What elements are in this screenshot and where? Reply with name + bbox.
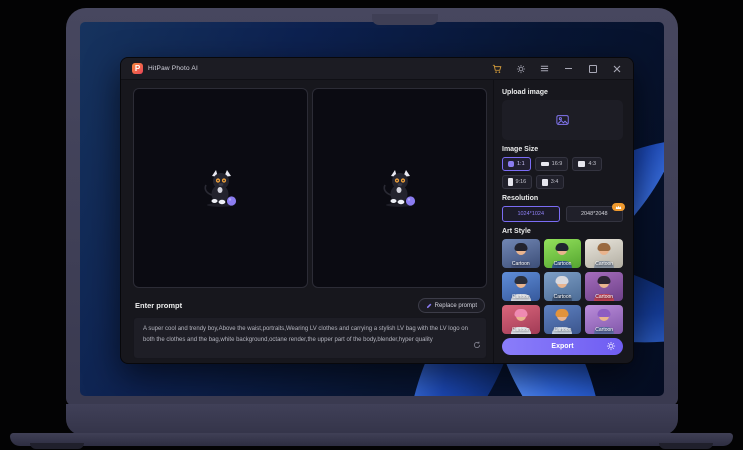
aspect-ratio-icon	[542, 179, 548, 186]
art-style-cartoon[interactable]: Cartoon	[585, 239, 623, 268]
aspect-ratio-icon	[508, 178, 513, 186]
loading-cat-illustration	[198, 167, 244, 209]
resolution-heading: Resolution	[502, 195, 623, 202]
aspect-ratio-icon	[508, 161, 514, 167]
art-style-cartoon[interactable]: Cartoon	[585, 305, 623, 334]
aspect-ratio-icon	[578, 161, 585, 167]
avatar	[556, 243, 569, 251]
aspect-option-3-4[interactable]: 3:4	[536, 175, 564, 189]
image-upload-icon	[556, 114, 570, 126]
art-style-heading: Art Style	[502, 228, 623, 235]
preview-panel	[133, 88, 308, 288]
laptop-foot	[30, 443, 84, 449]
laptop-screen: P HitPaw Photo AI	[80, 22, 664, 396]
aspect-option-9-16[interactable]: 9:16	[502, 175, 532, 189]
prompt-header: Enter prompt Replace prompt	[135, 298, 485, 313]
art-style-cartoon[interactable]: Cartoon	[502, 239, 540, 268]
export-label: Export	[551, 343, 573, 350]
export-button[interactable]: Export	[502, 338, 623, 355]
cart-button[interactable]	[491, 63, 502, 74]
yarn-ball	[405, 196, 414, 205]
yarn-ball	[226, 196, 235, 205]
art-style-cartoon[interactable]: Cartoon	[585, 272, 623, 301]
maximize-button[interactable]	[587, 63, 598, 74]
prompt-box: A super cool and trendy boy,Above the wa…	[133, 317, 487, 359]
scene: P HitPaw Photo AI	[0, 0, 743, 450]
pen-icon	[426, 303, 432, 309]
close-button[interactable]	[611, 63, 622, 74]
laptop-base	[10, 433, 733, 446]
aspect-option-4-3[interactable]: 4:3	[572, 157, 602, 171]
image-size-heading: Image Size	[502, 146, 623, 153]
avatar	[514, 309, 527, 317]
app-logo-letter: P	[135, 65, 140, 73]
maximize-icon	[589, 65, 597, 73]
crown-icon	[615, 205, 622, 210]
refresh-prompt-button[interactable]	[473, 336, 481, 354]
avatar	[598, 309, 611, 317]
generation-area: Enter prompt Replace prompt A super cool…	[121, 80, 493, 363]
replace-prompt-label: Replace prompt	[435, 303, 477, 309]
laptop-foot	[659, 443, 713, 449]
aspect-ratio-icon	[541, 162, 549, 167]
avatar	[556, 276, 569, 284]
export-settings-icon[interactable]	[606, 341, 616, 353]
menu-icon	[540, 64, 549, 73]
app-logo: P	[132, 63, 143, 74]
resolution-option-2048[interactable]: 2048*2048	[566, 206, 624, 222]
settings-button[interactable]	[515, 63, 526, 74]
avatar	[598, 243, 611, 251]
art-style-cartoon[interactable]: Cartoon	[544, 239, 582, 268]
refresh-icon	[473, 341, 481, 349]
camera-notch	[372, 14, 438, 25]
avatar	[514, 243, 527, 251]
window-content: Enter prompt Replace prompt A super cool…	[121, 80, 633, 363]
laptop-hinge-deck	[66, 404, 678, 435]
aspect-option-1-1[interactable]: 1:1	[502, 157, 531, 171]
upload-heading: Upload image	[502, 89, 623, 96]
art-style-cartoon[interactable]: Cartoon	[502, 272, 540, 301]
resolution-options: 1024*1024 2048*2048	[502, 206, 623, 222]
avatar	[598, 276, 611, 284]
resolution-option-1024[interactable]: 1024*1024	[502, 206, 560, 222]
preview-panel	[312, 88, 487, 288]
art-style-cartoon[interactable]: Cartoon	[544, 272, 582, 301]
avatar	[556, 309, 569, 317]
titlebar[interactable]: P HitPaw Photo AI	[121, 58, 633, 80]
gear-icon	[606, 341, 616, 351]
art-style-cartoon[interactable]: Cartoon	[544, 305, 582, 334]
cart-icon	[492, 64, 502, 74]
window-controls	[491, 63, 622, 74]
art-style-grid: Cartoon Cartoon Cartoon	[502, 239, 623, 334]
gear-icon	[516, 64, 526, 74]
prompt-heading: Enter prompt	[135, 301, 182, 310]
avatar	[514, 276, 527, 284]
image-size-options: 1:1 16:9 4:3	[502, 157, 623, 189]
settings-sidebar: Upload image Image Size	[493, 80, 633, 363]
laptop-lid: P HitPaw Photo AI	[66, 8, 678, 406]
minimize-icon	[565, 68, 572, 69]
menu-button[interactable]	[539, 63, 550, 74]
window-title: HitPaw Photo AI	[148, 65, 198, 72]
minimize-button[interactable]	[563, 63, 574, 74]
loading-cat-illustration	[377, 167, 423, 209]
aspect-option-16-9[interactable]: 16:9	[535, 157, 569, 171]
prompt-input[interactable]: A super cool and trendy boy,Above the wa…	[134, 318, 486, 358]
app-window: P HitPaw Photo AI	[120, 57, 634, 364]
preview-panels	[133, 88, 487, 288]
upload-dropzone[interactable]	[502, 100, 623, 140]
close-icon	[613, 65, 621, 73]
replace-prompt-button[interactable]: Replace prompt	[418, 298, 485, 313]
art-style-cartoon[interactable]: Cartoon	[502, 305, 540, 334]
pro-badge	[612, 203, 625, 211]
